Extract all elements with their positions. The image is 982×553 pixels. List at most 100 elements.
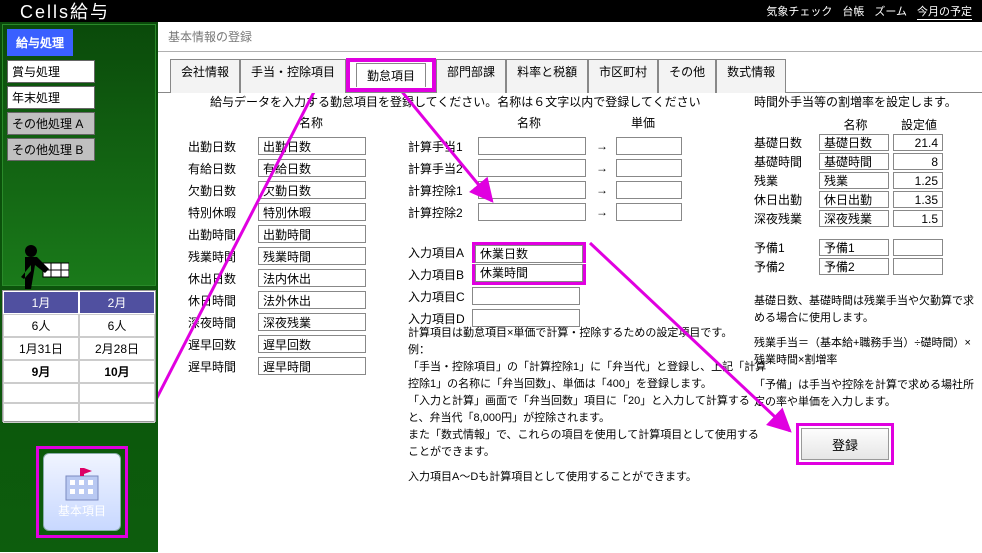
spare-value-input[interactable] — [893, 258, 943, 275]
attendance-fields: 名称 出勤日数有給日数欠勤日数特別休暇出勤時間残業時間休出日数休日時間深夜時間遅… — [188, 113, 370, 377]
field-input[interactable] — [258, 291, 366, 309]
cal-cell: 10月 — [79, 360, 155, 383]
tab-other[interactable]: その他 — [658, 59, 716, 93]
rate-label: 基礎時間 — [754, 153, 816, 170]
calc-unit-input[interactable] — [616, 203, 682, 221]
calc-row: 計算手当2→ — [408, 157, 682, 179]
field-input[interactable] — [258, 357, 366, 375]
tab-allowance[interactable]: 手当・控除項目 — [240, 59, 346, 93]
attendance-row: 休出日数 — [188, 267, 370, 289]
col2-head-unit: 単価 — [608, 114, 678, 134]
attendance-row: 深夜時間 — [188, 311, 370, 333]
topbar-item[interactable]: 台帳 — [842, 3, 864, 19]
main: 基本情報の登録 会社情報 手当・控除項目 勤怠項目 部門部課 料率と税額 市区町… — [158, 22, 982, 552]
sidebar-item[interactable]: 賞与処理 — [7, 60, 95, 83]
tab-rates[interactable]: 料率と税額 — [506, 59, 588, 93]
field-input[interactable] — [258, 335, 366, 353]
instruction-text: 給与データを入力する勤怠項目を登録してください。名称は６文字以内で登録してくださ… — [210, 93, 701, 110]
field-input[interactable] — [258, 137, 366, 155]
cal-month[interactable]: 1月 — [3, 291, 79, 314]
spare-name-input[interactable] — [819, 239, 889, 256]
field-input[interactable] — [258, 181, 366, 199]
tab-formula[interactable]: 数式情報 — [716, 59, 786, 93]
spare-row: 予備1 — [754, 238, 982, 257]
field-label: 特別休暇 — [188, 204, 252, 221]
tab-company[interactable]: 会社情報 — [170, 59, 240, 93]
spare-label: 予備2 — [754, 258, 816, 275]
input-item-row: 入力項目A — [408, 241, 682, 263]
field-label: 休出日数 — [188, 270, 252, 287]
calc-name-input[interactable] — [478, 181, 586, 199]
app-brand: Cells給与 — [20, 0, 110, 24]
field-input[interactable] — [258, 247, 366, 265]
cal-cell: 9月 — [3, 360, 79, 383]
sidebar: 給与処理 賞与処理 年末処理 その他処理 A その他処理 B 1月 2月 6人6… — [0, 22, 158, 552]
rate-row: 深夜残業 — [754, 209, 982, 228]
input-item-row: 入力項目C — [408, 285, 682, 307]
arrow-icon: → — [596, 139, 608, 153]
rate-label: 深夜残業 — [754, 210, 816, 227]
tab-attendance-highlight: 勤怠項目 — [346, 58, 436, 92]
tab-attendance[interactable]: 勤怠項目 — [356, 63, 426, 87]
attendance-row: 出勤時間 — [188, 223, 370, 245]
rate-label: 残業 — [754, 172, 816, 189]
calc-note: 計算項目は勤怠項目×単価で計算・控除するための設定項目です。 例： 「手当・控除… — [408, 325, 768, 486]
calc-unit-input[interactable] — [616, 159, 682, 177]
topbar: Cells給与 気象チェック 台帳 ズーム 今月の予定 — [0, 0, 982, 22]
rate-value-input[interactable] — [893, 210, 943, 227]
calc-name-input[interactable] — [478, 137, 586, 155]
topbar-item[interactable]: ズーム — [874, 3, 907, 19]
topbar-item[interactable]: 気象チェック — [766, 3, 832, 19]
cal-month[interactable]: 2月 — [79, 291, 155, 314]
field-input[interactable] — [258, 313, 366, 331]
field-input[interactable] — [258, 203, 366, 221]
field-input[interactable] — [258, 159, 366, 177]
sidebar-main-button[interactable]: 給与処理 — [7, 29, 73, 56]
calc-unit-input[interactable] — [616, 181, 682, 199]
register-button[interactable]: 登録 — [801, 428, 889, 460]
sidebar-item[interactable]: 年末処理 — [7, 86, 95, 109]
cal-cell: 6人 — [3, 314, 79, 337]
attendance-row: 出勤日数 — [188, 135, 370, 157]
rate-value-input[interactable] — [893, 134, 943, 151]
sidebar-item[interactable]: その他処理 B — [7, 138, 95, 161]
tab-department[interactable]: 部門部課 — [436, 59, 506, 93]
input-item-input[interactable] — [475, 245, 583, 263]
field-input[interactable] — [258, 225, 366, 243]
person-icon — [19, 239, 69, 294]
cal-cell: 1月31日 — [3, 337, 79, 360]
input-item-input[interactable] — [472, 287, 580, 305]
calc-unit-input[interactable] — [616, 137, 682, 155]
field-label: 有給日数 — [188, 160, 252, 177]
field-input[interactable] — [258, 269, 366, 287]
register-highlight: 登録 — [796, 423, 894, 465]
topbar-right: 気象チェック 台帳 ズーム 今月の予定 — [766, 3, 982, 20]
topbar-item[interactable]: 今月の予定 — [917, 3, 972, 20]
calc-name-input[interactable] — [478, 203, 586, 221]
rate-note: 基礎日数、基礎時間は残業手当や欠勤算で求める場合に使用します。 残業手当＝（基本… — [754, 293, 980, 411]
rate-value-input[interactable] — [893, 191, 943, 208]
cal-cell: 2月28日 — [79, 337, 155, 360]
rate-name-input[interactable] — [819, 134, 889, 151]
rate-value-input[interactable] — [893, 153, 943, 170]
tab-city[interactable]: 市区町村 — [588, 59, 658, 93]
rate-name-input[interactable] — [819, 153, 889, 170]
calc-name-input[interactable] — [478, 159, 586, 177]
field-label: 残業時間 — [188, 248, 252, 265]
cal-cell — [3, 403, 79, 423]
rate-value-input[interactable] — [893, 172, 943, 189]
field-label: 計算控除1 — [408, 182, 472, 199]
input-item-input[interactable] — [475, 264, 583, 282]
tabs: 会社情報 手当・控除項目 勤怠項目 部門部課 料率と税額 市区町村 その他 数式… — [158, 58, 982, 92]
col1-head: 名称 — [252, 114, 370, 134]
base-button-highlight: 基本項目 — [36, 446, 128, 538]
rate-name-input[interactable] — [819, 172, 889, 189]
base-items-button[interactable]: 基本項目 — [43, 453, 121, 531]
field-label: 計算手当2 — [408, 160, 472, 177]
attendance-row: 遅早回数 — [188, 333, 370, 355]
rate-name-input[interactable] — [819, 191, 889, 208]
spare-value-input[interactable] — [893, 239, 943, 256]
rate-name-input[interactable] — [819, 210, 889, 227]
sidebar-item[interactable]: その他処理 A — [7, 112, 95, 135]
spare-name-input[interactable] — [819, 258, 889, 275]
